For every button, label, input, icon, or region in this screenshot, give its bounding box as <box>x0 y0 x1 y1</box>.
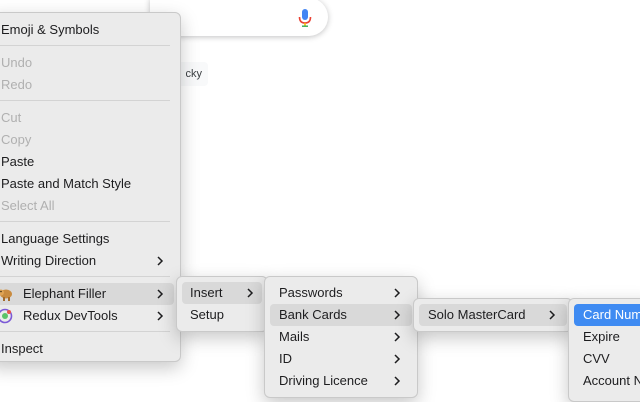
menu-item-redo[interactable]: Redo <box>0 74 180 96</box>
menu-item-label: Account N <box>583 373 640 388</box>
separator <box>0 45 170 46</box>
menu-item-writing-direction[interactable]: Writing Direction <box>0 250 180 272</box>
menu-item-paste[interactable]: Paste <box>0 151 180 173</box>
menu-item-expire[interactable]: Expire <box>569 326 640 348</box>
menu-item-redux-devtools[interactable]: Redux DevTools <box>0 305 180 327</box>
menu-item-label: Inspect <box>1 341 43 356</box>
chevron-right-icon <box>394 288 401 298</box>
menu-item-label: Undo <box>1 55 33 70</box>
menu-item-label: Paste and Match Style <box>1 176 132 191</box>
menu-item-label: Card Num <box>583 307 640 322</box>
menu-item-undo[interactable]: Undo <box>0 52 180 74</box>
menu-item-label: Writing Direction <box>1 253 97 268</box>
menu-item-setup[interactable]: Setup <box>177 304 267 326</box>
menu-item-label: Emoji & Symbols <box>1 22 100 37</box>
menu-item-paste-match-style[interactable]: Paste and Match Style <box>0 173 180 195</box>
menu-item-card-number[interactable]: Card Num <box>574 304 640 326</box>
menu-item-solo-mastercard[interactable]: Solo MasterCard <box>419 304 567 326</box>
menu-item-label: Expire <box>583 329 620 344</box>
separator <box>0 221 170 222</box>
menu-item-label: Setup <box>190 307 224 322</box>
menu-item-label: Cut <box>1 110 22 125</box>
menu-item-label: Bank Cards <box>279 307 347 322</box>
insert-submenu: Passwords Bank Cards Mails ID Driving Li… <box>264 276 418 398</box>
chevron-right-icon <box>394 332 401 342</box>
menu-item-copy[interactable]: Copy <box>0 129 180 151</box>
redux-icon <box>0 308 13 324</box>
bank-cards-submenu: Solo MasterCard <box>413 298 573 332</box>
menu-item-emoji-symbols[interactable]: Emoji & Symbols <box>0 19 180 41</box>
menu-item-driving-licence[interactable]: Driving Licence <box>265 370 417 392</box>
chevron-right-icon <box>157 256 164 266</box>
separator <box>0 100 170 101</box>
separator <box>0 331 170 332</box>
menu-item-label: Redux DevTools <box>23 308 118 323</box>
chevron-right-icon <box>157 311 164 321</box>
menu-item-label: Paste <box>1 154 35 169</box>
menu-item-label: Solo MasterCard <box>428 307 526 322</box>
chevron-right-icon <box>394 376 401 386</box>
menu-item-cut[interactable]: Cut <box>0 107 180 129</box>
menu-item-label: Language Settings <box>1 231 110 246</box>
elephant-icon <box>0 289 12 301</box>
menu-item-inspect[interactable]: Inspect <box>0 338 180 360</box>
card-fields-submenu: Card Num Expire CVV Account N <box>568 298 640 402</box>
menu-item-cvv[interactable]: CVV <box>569 348 640 370</box>
chevron-right-icon <box>394 310 401 320</box>
elephant-filler-submenu: Insert Setup <box>176 276 268 332</box>
menu-item-label: CVV <box>583 351 610 366</box>
separator <box>0 276 170 277</box>
menu-item-label: Driving Licence <box>279 373 368 388</box>
menu-item-label: Redo <box>1 77 33 92</box>
menu-item-bank-cards[interactable]: Bank Cards <box>270 304 412 326</box>
menu-item-elephant-filler[interactable]: Elephant Filler <box>0 283 174 305</box>
chevron-right-icon <box>247 288 254 298</box>
menu-item-insert[interactable]: Insert <box>182 282 262 304</box>
menu-item-language-settings[interactable]: Language Settings <box>0 228 180 250</box>
menu-item-account-number[interactable]: Account N <box>569 370 640 392</box>
menu-item-passwords[interactable]: Passwords <box>265 282 417 304</box>
chevron-right-icon <box>549 310 556 320</box>
menu-item-label: ID <box>279 351 292 366</box>
menu-item-select-all[interactable]: Select All <box>0 195 180 217</box>
chevron-right-icon <box>157 289 164 299</box>
menu-item-label: Passwords <box>279 285 343 300</box>
context-menu: Emoji & Symbols Undo Redo Cut Copy Paste… <box>0 12 181 362</box>
menu-item-id[interactable]: ID <box>265 348 417 370</box>
chevron-right-icon <box>394 354 401 364</box>
menu-item-label: Elephant Filler <box>23 286 107 301</box>
menu-item-label: Insert <box>190 285 223 300</box>
menu-item-label: Mails <box>279 329 310 344</box>
mic-icon[interactable] <box>297 8 313 28</box>
menu-item-label: Select All <box>1 198 55 213</box>
menu-item-label: Copy <box>1 132 32 147</box>
menu-item-mails[interactable]: Mails <box>265 326 417 348</box>
